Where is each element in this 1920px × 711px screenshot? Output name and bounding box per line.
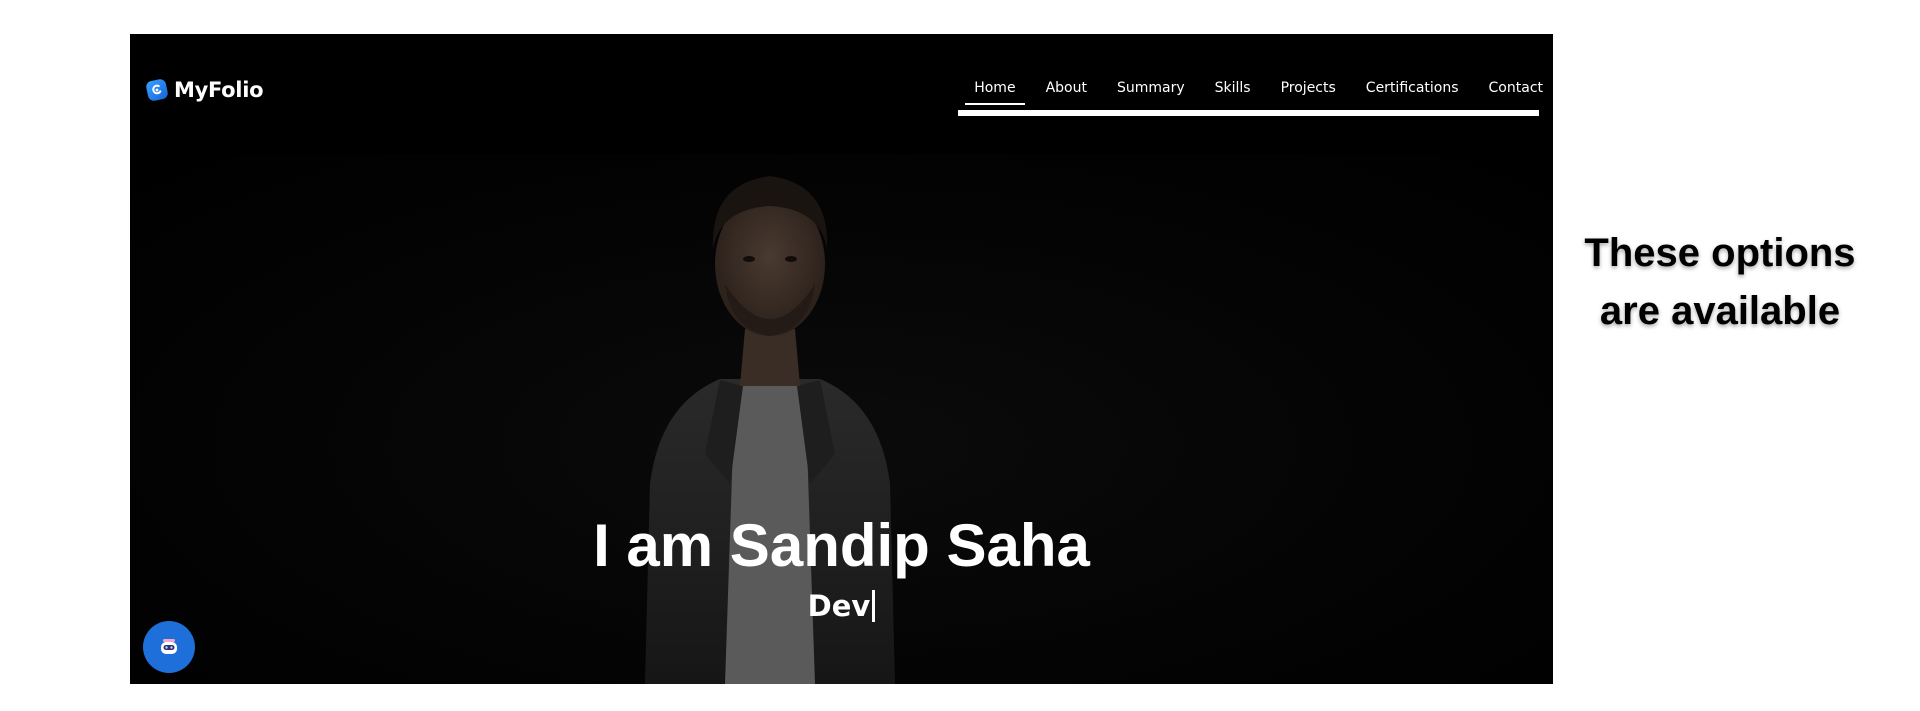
caption-line-1: These options (1584, 231, 1856, 275)
logo-icon (145, 78, 169, 102)
chatbot-button[interactable] (143, 621, 195, 673)
hero-subtitle: Dev (807, 589, 871, 623)
logo-text: MyFolio (174, 78, 264, 102)
nav-item-summary[interactable]: Summary (1102, 80, 1200, 96)
logo[interactable]: MyFolio (145, 78, 264, 102)
caption-line-2: are available (1599, 289, 1841, 333)
nav-item-projects[interactable]: Projects (1266, 80, 1351, 96)
nav-underline-bar (958, 110, 1539, 116)
nav-item-about[interactable]: About (1031, 80, 1102, 96)
hero-typing-text: Dev (130, 590, 1553, 622)
typing-cursor (872, 590, 876, 622)
nav-item-skills[interactable]: Skills (1200, 80, 1266, 96)
nav-item-home[interactable]: Home (959, 80, 1030, 105)
website-frame: MyFolio Home About Summary Skills Projec… (130, 34, 1553, 684)
nav-item-contact[interactable]: Contact (1474, 80, 1543, 96)
site-header: MyFolio Home About Summary Skills Projec… (130, 34, 1553, 154)
nav-item-certifications[interactable]: Certifications (1351, 80, 1474, 96)
screenshot-stage: MyFolio Home About Summary Skills Projec… (0, 0, 1920, 711)
hero-section: I am Sandip Saha Dev (130, 154, 1553, 684)
main-nav: Home About Summary Skills Projects Certi… (959, 80, 1543, 105)
side-caption: These options are available (1570, 224, 1870, 340)
robot-icon (161, 639, 177, 654)
hero-title: I am Sandip Saha (593, 512, 1090, 579)
